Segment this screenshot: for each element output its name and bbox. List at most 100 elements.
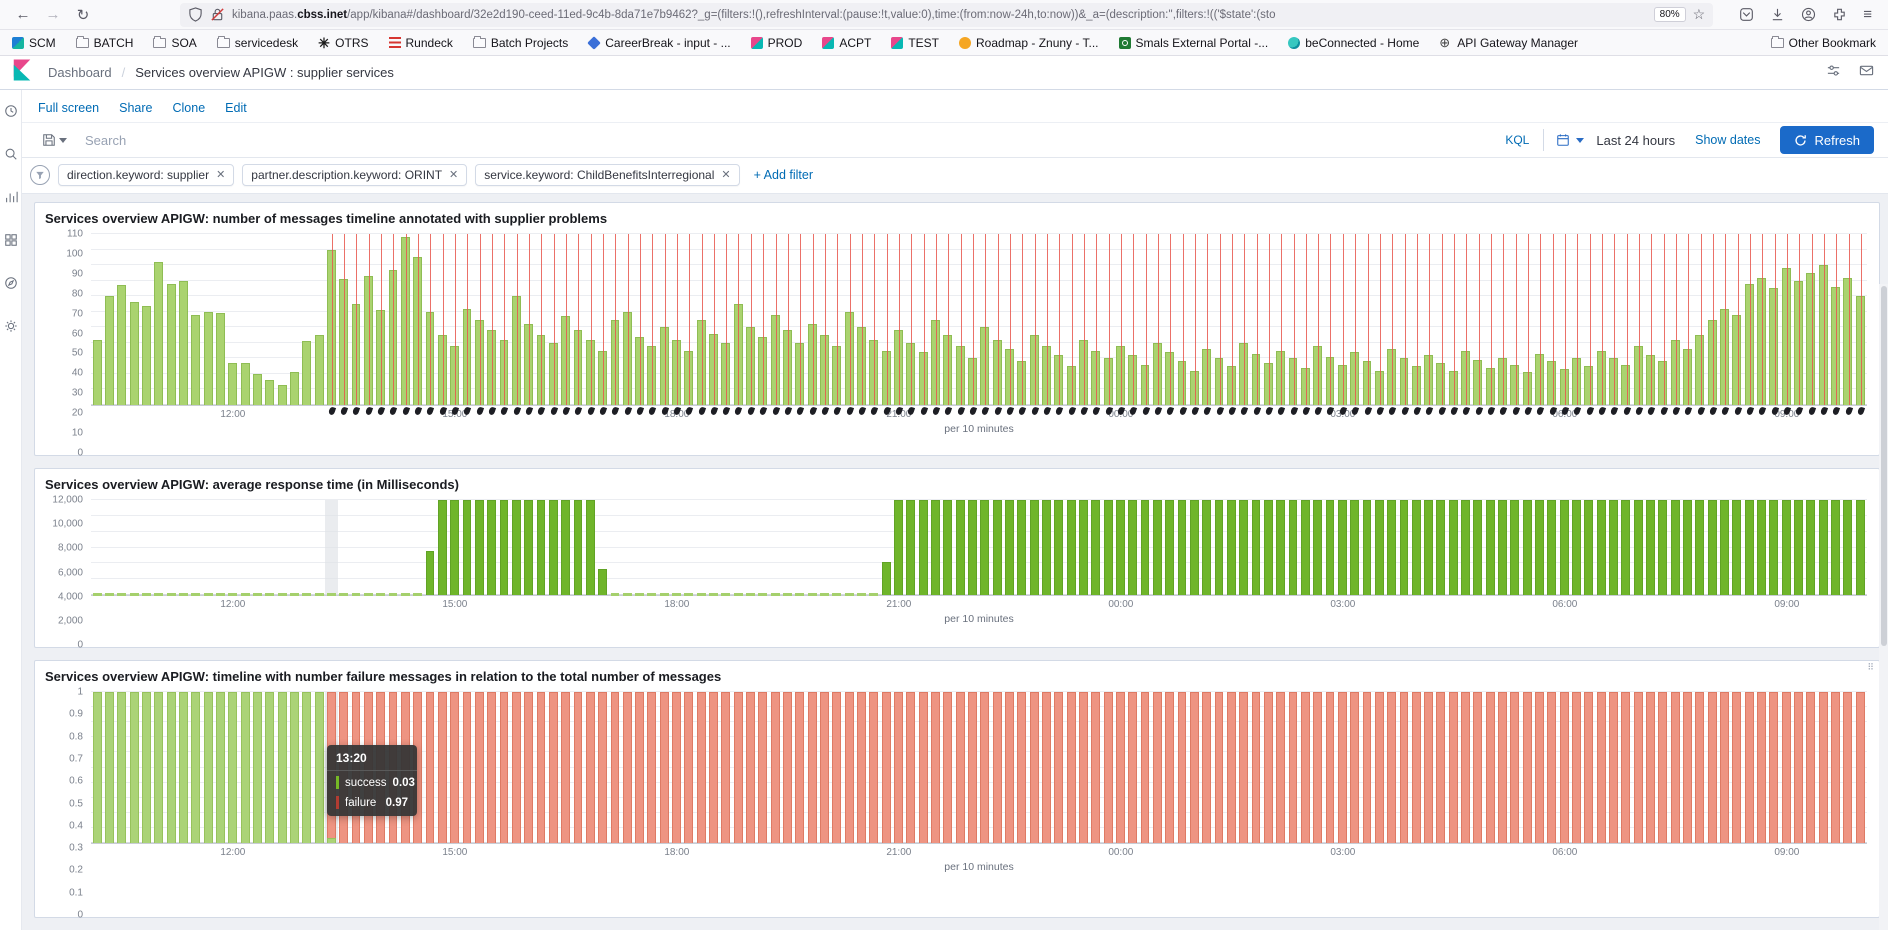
bookmark-item[interactable]: beConnected - Home [1288, 36, 1419, 50]
bar-success [216, 692, 225, 843]
recent-items-icon[interactable] [4, 104, 18, 123]
bookmark-item[interactable]: SCM [12, 36, 56, 50]
y-tick-label: 70 [72, 308, 83, 319]
bookmark-item[interactable]: SOA [153, 36, 196, 50]
back-icon[interactable]: ← [10, 3, 36, 27]
menu-icon[interactable]: ≡ [1863, 6, 1872, 23]
discover-icon[interactable] [4, 147, 18, 166]
bar-failure [1030, 692, 1039, 843]
add-filter-button[interactable]: + Add filter [754, 168, 813, 182]
zero-value-dash [660, 593, 669, 596]
y-axis: 0102030405060708090100110 [43, 234, 91, 453]
bookmark-item[interactable]: TEST [891, 36, 939, 50]
visualize-icon[interactable] [4, 190, 18, 209]
reload-icon[interactable]: ↻ [70, 3, 96, 27]
bar-failure [869, 692, 878, 843]
settings-icon[interactable] [1826, 63, 1841, 83]
bar [1757, 500, 1766, 595]
time-range-label[interactable]: Last 24 hours [1596, 133, 1695, 148]
remove-filter-icon[interactable]: ✕ [721, 168, 730, 181]
filter-pill[interactable]: service.keyword: ChildBenefitsInterregio… [475, 164, 739, 186]
bookmark-item[interactable]: servicedesk [217, 36, 298, 50]
bar-failure [857, 692, 866, 843]
bookmark-item[interactable]: Rundeck [389, 36, 453, 50]
zoom-level-badge[interactable]: 80% [1654, 7, 1686, 22]
clone-button[interactable]: Clone [173, 101, 206, 115]
url-bar[interactable]: kibana.paas.cbss.inet/app/kibana#/dashbo… [180, 3, 1713, 27]
bookmark-item[interactable]: CareerBreak - input - ... [588, 36, 730, 50]
bar-slot [1447, 692, 1459, 843]
bar [1054, 500, 1063, 595]
annotation-line [1022, 234, 1023, 405]
bar-slot [1287, 692, 1299, 843]
bar-slot [1348, 500, 1360, 595]
share-button[interactable]: Share [119, 101, 152, 115]
bar-slot [1102, 692, 1114, 843]
search-input[interactable]: Search [77, 133, 1491, 148]
bar-failure [1658, 692, 1667, 843]
kql-toggle[interactable]: KQL [1491, 133, 1543, 147]
bookmark-item[interactable]: ⊕API Gateway Manager [1439, 36, 1578, 50]
x-tick-label: 21:00 [886, 847, 911, 858]
pocket-icon[interactable] [1739, 7, 1754, 22]
bookmark-item[interactable]: Roadmap - Znuny - T... [959, 36, 1099, 50]
remove-filter-icon[interactable]: ✕ [216, 168, 225, 181]
bar [1683, 500, 1692, 595]
breadcrumb-dashboard[interactable]: Dashboard [48, 65, 112, 80]
bar [1252, 500, 1261, 595]
management-gear-icon[interactable] [4, 319, 18, 338]
filter-pill[interactable]: partner.description.keyword: ORINT✕ [242, 164, 467, 186]
edit-button[interactable]: Edit [225, 101, 247, 115]
bookmark-item[interactable]: ✳OTRS [318, 36, 368, 50]
bar-slot [1151, 500, 1163, 595]
bar-failure [438, 692, 447, 843]
mail-icon[interactable] [1859, 63, 1874, 83]
y-tick-label: 0.1 [69, 887, 83, 898]
kibana-logo[interactable] [10, 58, 34, 87]
page-scrollbar[interactable] [1879, 284, 1888, 930]
account-icon[interactable] [1801, 7, 1816, 22]
filter-icon[interactable] [30, 165, 50, 185]
bar-failure [1560, 692, 1569, 843]
remove-filter-icon[interactable]: ✕ [449, 168, 458, 181]
other-bookmarks-button[interactable]: Other Bookmark [1771, 36, 1876, 50]
dashboard-canvas: Services overview APIGW: number of messa… [22, 194, 1888, 930]
bar [1289, 500, 1298, 595]
show-dates-link[interactable]: Show dates [1695, 133, 1780, 147]
panel-options-gripper[interactable]: ⠿ [1867, 665, 1875, 670]
bar [906, 500, 915, 595]
bar-failure [1831, 692, 1840, 843]
maps-icon[interactable] [4, 276, 18, 295]
bookmark-item[interactable]: Batch Projects [473, 36, 568, 50]
url-text[interactable]: kibana.paas.cbss.inet/app/kibana#/dashbo… [232, 9, 1647, 21]
extensions-icon[interactable] [1832, 7, 1847, 22]
bookmark-item[interactable]: BATCH [76, 36, 134, 50]
filter-pill[interactable]: direction.keyword: supplier✕ [58, 164, 234, 186]
bar-failure [561, 692, 570, 843]
x-tick-label: 03:00 [1330, 847, 1355, 858]
bookmark-item[interactable]: ACPT [822, 36, 871, 50]
forward-icon[interactable]: → [40, 3, 66, 27]
lock-disabled-icon[interactable] [210, 7, 225, 22]
bar-slot [559, 692, 571, 843]
bar-slot [1706, 500, 1718, 595]
shield-icon[interactable] [188, 7, 203, 22]
scrollbar-thumb[interactable] [1881, 286, 1887, 646]
bar-slot [522, 500, 534, 595]
bar-slot [140, 500, 152, 595]
bar [253, 374, 262, 405]
bar-success [253, 692, 262, 843]
bar-failure [968, 692, 977, 843]
bookmark-item[interactable]: Smals External Portal -... [1119, 36, 1269, 50]
bookmark-item[interactable]: PROD [751, 36, 803, 50]
bar-slot [251, 234, 263, 405]
saved-query-button[interactable] [32, 133, 77, 147]
bookmark-star-icon[interactable]: ☆ [1693, 6, 1706, 23]
bar-slot [1620, 692, 1632, 843]
refresh-button[interactable]: Refresh [1780, 126, 1874, 154]
full-screen-button[interactable]: Full screen [38, 101, 99, 115]
date-picker-button[interactable] [1544, 133, 1596, 147]
annotation-line [1479, 234, 1480, 405]
dashboard-icon[interactable] [4, 233, 18, 252]
downloads-icon[interactable] [1770, 7, 1785, 22]
